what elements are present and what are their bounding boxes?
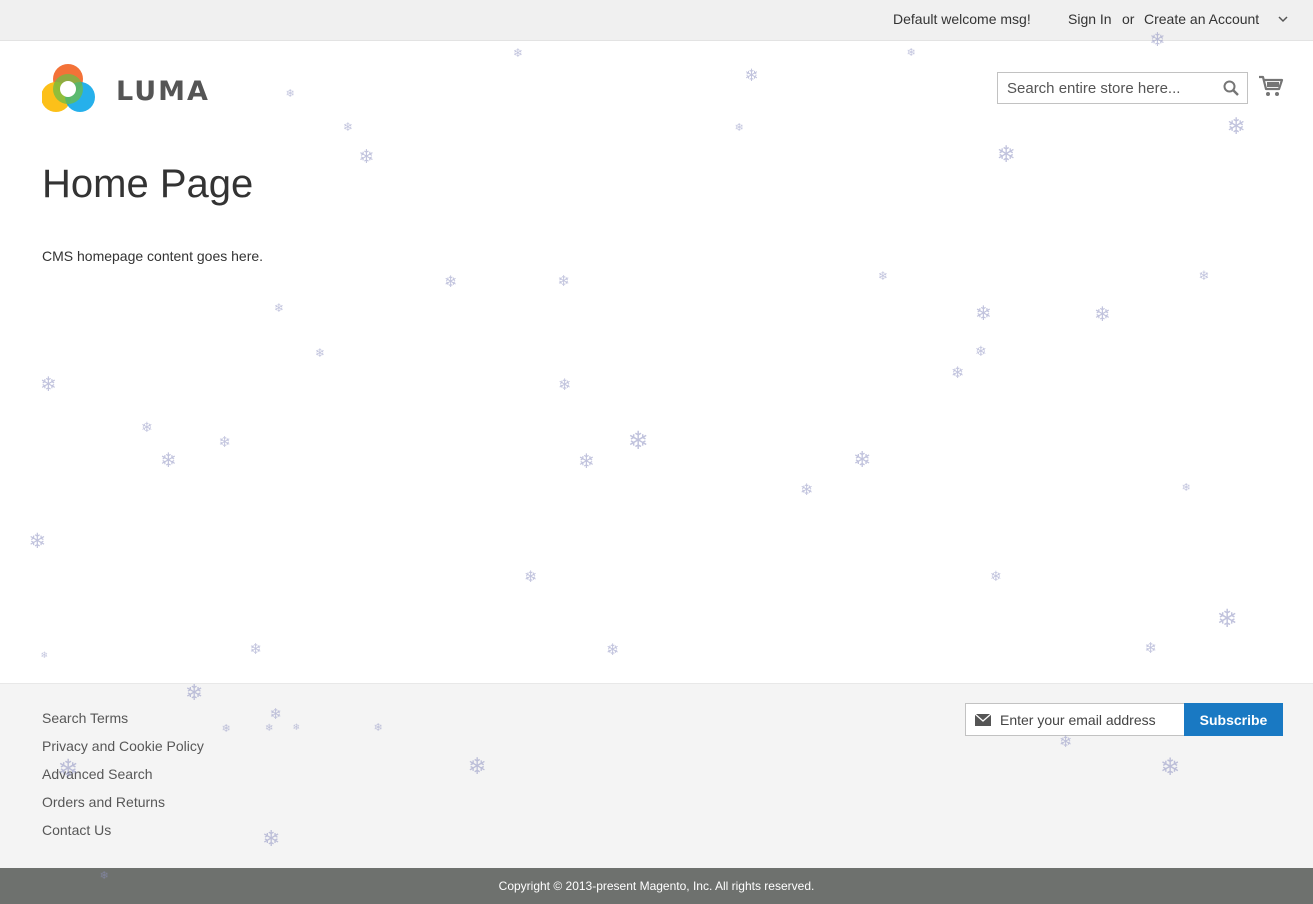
snowflake-icon: ❄ [1144, 638, 1158, 657]
snowflake-icon: ❄ [513, 46, 524, 60]
snowflake-icon: ❄ [249, 639, 263, 658]
footer-link-contact[interactable]: Contact Us [42, 816, 204, 844]
subscribe-button[interactable]: Subscribe [1184, 703, 1283, 736]
snowflake-icon: ❄ [606, 640, 620, 659]
snowflake-icon: ❄ [524, 567, 538, 586]
footer-link-search-terms[interactable]: Search Terms [42, 704, 204, 732]
create-account-link[interactable]: Create an Account [1144, 11, 1259, 27]
snowflake-icon: ❄ [444, 272, 458, 291]
snowflake-icon: ❄ [218, 432, 232, 451]
snowflake-icon: ❄ [744, 65, 759, 86]
search-input[interactable] [998, 73, 1218, 103]
cms-content: CMS homepage content goes here. [42, 248, 264, 264]
page-title: Home Page [42, 162, 254, 206]
chevron-down-icon[interactable] [1276, 12, 1290, 26]
snowflake-icon: ❄ [975, 301, 992, 325]
snowflake-icon: ❄ [853, 448, 872, 473]
snowflake-icon: ❄ [40, 372, 57, 396]
snowflake-icon: ❄ [160, 448, 177, 472]
snowflake-icon: ❄ [315, 346, 326, 360]
snowflake-icon: ❄ [343, 120, 354, 134]
snowflake-icon: ❄ [951, 363, 965, 382]
footer-links: Search Terms Privacy and Cookie Policy A… [42, 704, 204, 844]
newsletter-email-input[interactable] [1000, 704, 1182, 735]
snowflake-icon: ❄ [627, 425, 649, 455]
newsletter-form: Subscribe [965, 703, 1283, 736]
snowflake-icon: ❄ [141, 420, 153, 436]
footer: Search Terms Privacy and Cookie Policy A… [0, 683, 1313, 868]
footer-link-privacy[interactable]: Privacy and Cookie Policy [42, 732, 204, 760]
snowflake-icon: ❄ [878, 269, 889, 283]
snowflake-icon: ❄ [578, 449, 595, 473]
or-separator: or [1122, 11, 1135, 27]
sign-in-link[interactable]: Sign In [1068, 11, 1112, 27]
snowflake-icon: ❄ [800, 480, 814, 499]
snowflake-icon: ❄ [906, 45, 916, 59]
welcome-message: Default welcome msg! [893, 11, 1031, 27]
snowflake-icon: ❄ [1094, 302, 1111, 326]
search-box [997, 72, 1248, 104]
snowflake-icon: ❄ [1198, 268, 1210, 284]
search-icon[interactable] [1222, 79, 1240, 97]
snowflake-icon: ❄ [734, 120, 744, 134]
snowflake-icon: ❄ [1226, 113, 1246, 140]
snowflake-icon: ❄ [285, 86, 295, 100]
envelope-icon [975, 714, 991, 726]
snowflake-icon: ❄ [990, 569, 1002, 585]
luma-logo-icon: LUMA [41, 64, 210, 112]
top-bar: Default welcome msg! Sign In or Create a… [0, 0, 1313, 41]
snowflake-icon: ❄ [358, 145, 375, 168]
snowflake-icon: ❄ [558, 375, 572, 394]
snowflake-icon: ❄ [996, 141, 1016, 168]
snowflake-icon: ❄ [40, 650, 49, 661]
luma-logo[interactable]: LUMA [41, 63, 212, 115]
snowflake-icon: ❄ [28, 528, 47, 553]
footer-link-orders-returns[interactable]: Orders and Returns [42, 788, 204, 816]
svg-text:LUMA: LUMA [116, 76, 210, 107]
newsletter-field [965, 703, 1185, 736]
snowflake-icon: ❄ [274, 301, 285, 315]
footer-link-advanced-search[interactable]: Advanced Search [42, 760, 204, 788]
snowflake-icon: ❄ [1181, 480, 1191, 494]
snowflake-icon: ❄ [1216, 603, 1238, 633]
cart-icon[interactable] [1258, 74, 1284, 98]
copyright-bar: Copyright © 2013-present Magento, Inc. A… [0, 868, 1313, 904]
snowflake-icon: ❄ [975, 344, 987, 360]
snowflake-icon: ❄ [557, 271, 571, 290]
